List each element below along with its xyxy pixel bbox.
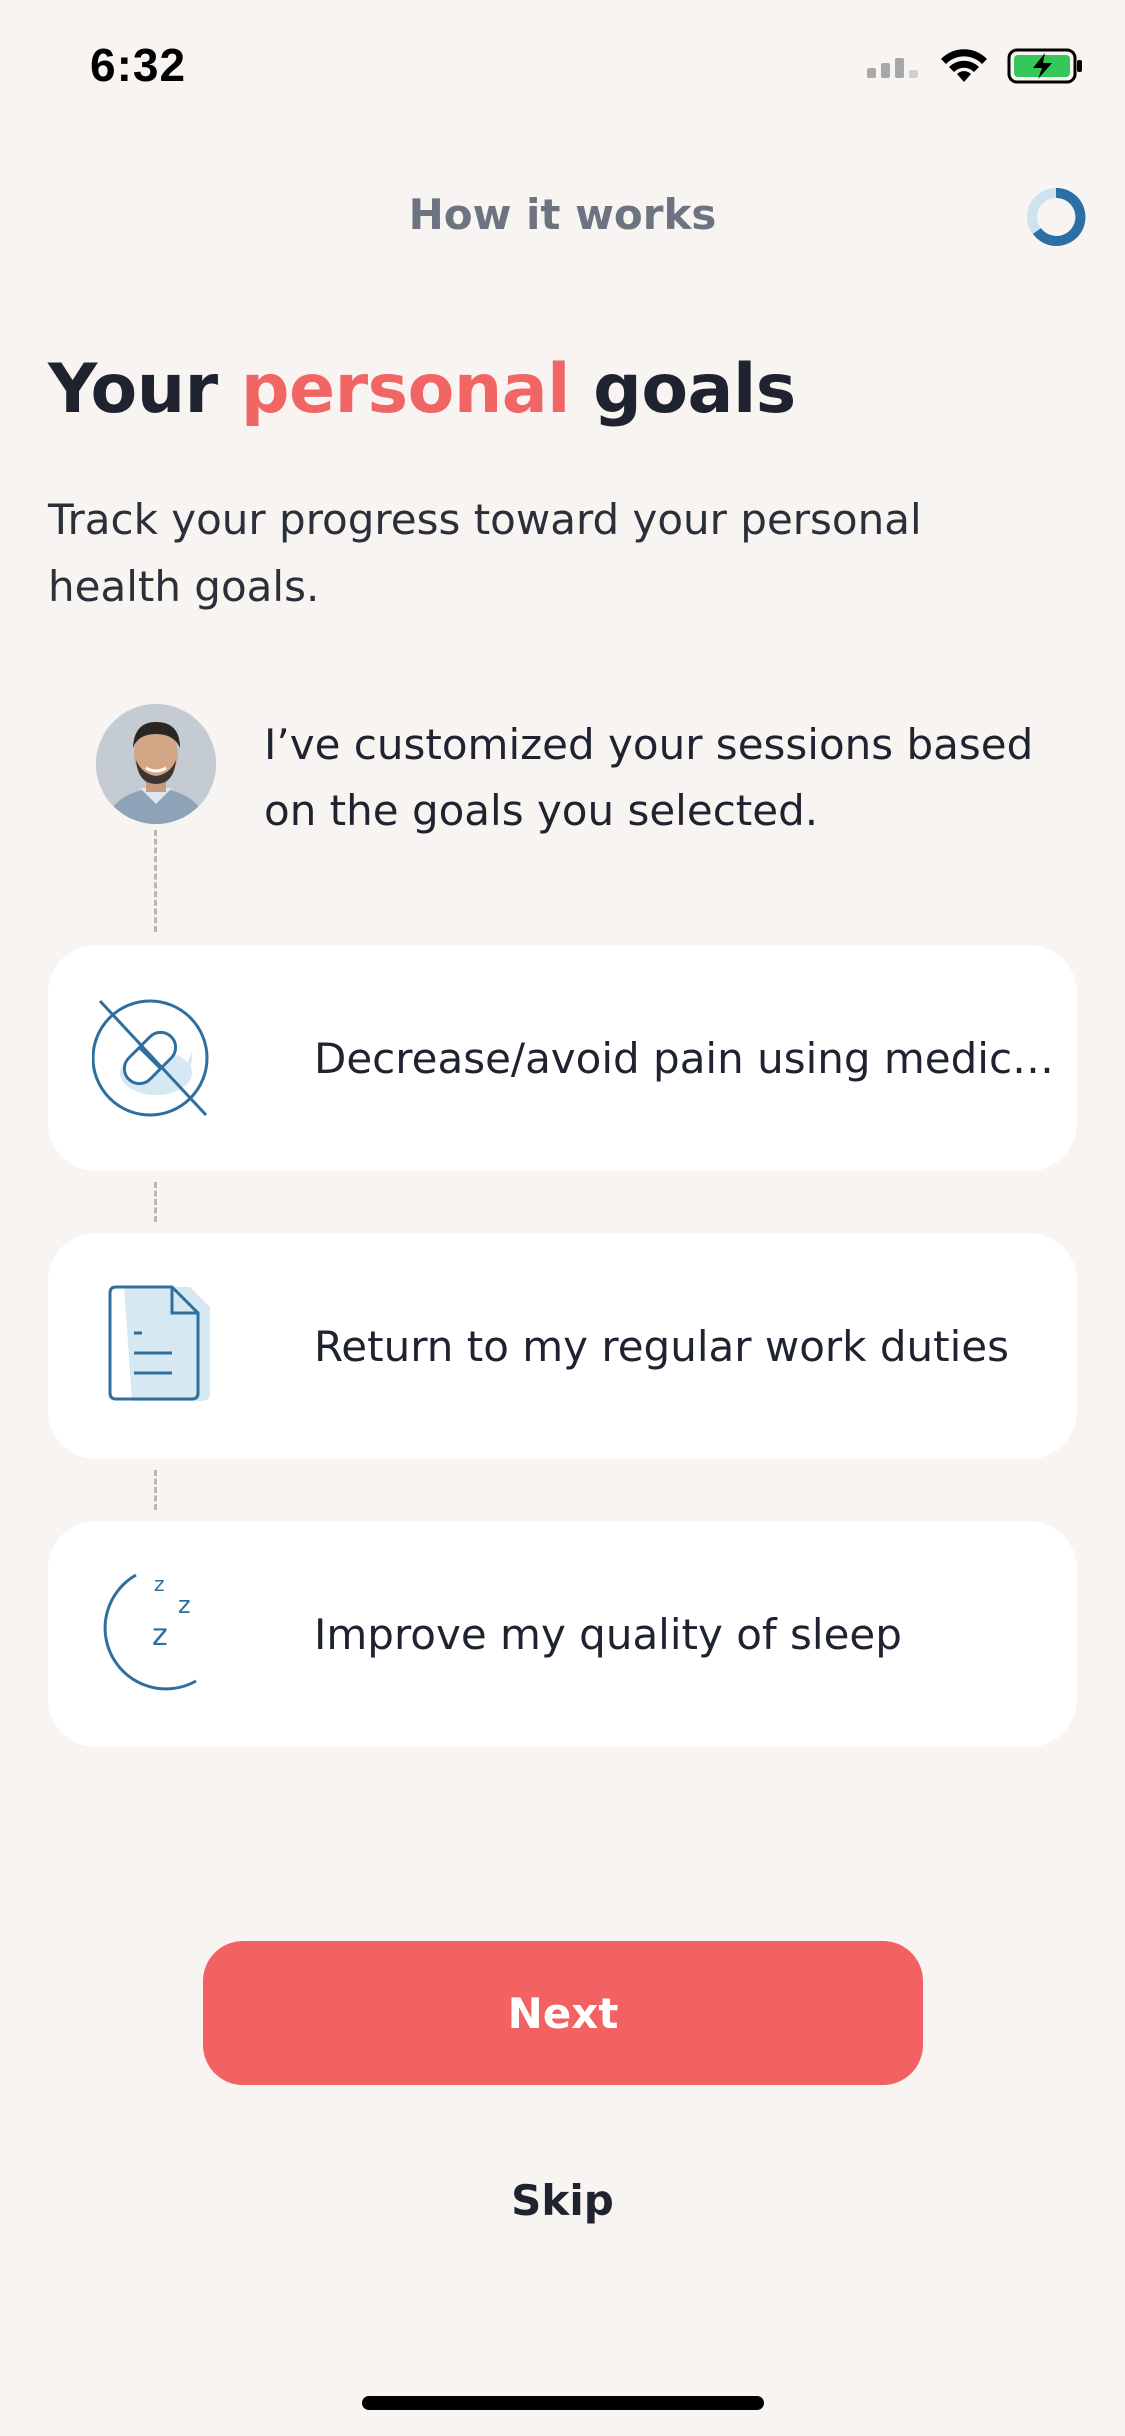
wifi-icon (941, 49, 987, 82)
svg-text:z: z (152, 1618, 168, 1653)
title-accent: personal (240, 350, 571, 429)
status-icons (867, 48, 1083, 84)
next-button[interactable]: Next (203, 1941, 923, 2085)
svg-text:z: z (154, 1572, 165, 1596)
home-indicator[interactable] (362, 2396, 764, 2410)
page-title: Your personal goals (48, 350, 796, 429)
moon-sleep-icon: z z z (103, 1572, 198, 1691)
signal-icon (867, 58, 918, 78)
goal-label: Improve my quality of sleep (314, 1609, 902, 1659)
svg-text:z: z (178, 1591, 191, 1619)
timeline-connector (154, 1182, 157, 1222)
goal-label: Return to my regular work duties (314, 1321, 1009, 1371)
document-icon (108, 1285, 210, 1401)
title-part-1: Your (48, 350, 241, 429)
coach-avatar (96, 704, 216, 824)
goal-card-medication[interactable]: Decrease/avoid pain using medicat… (48, 945, 1077, 1171)
no-pill-icon (92, 999, 209, 1117)
status-time: 6:32 (90, 39, 187, 91)
goal-card-sleep[interactable]: z z z Improve my quality of sleep (48, 1521, 1077, 1747)
timeline-connector (154, 830, 157, 932)
page-subtitle: Track your progress toward your personal… (48, 495, 922, 611)
goal-label: Decrease/avoid pain using medicat… (314, 1033, 1074, 1083)
how-it-works-screen: 6:32 How it works Your personal goals Tr… (0, 0, 1125, 2436)
skip-button[interactable]: Skip (0, 2176, 1125, 2225)
coach-portrait (96, 704, 216, 824)
timeline-connector (154, 1470, 157, 1510)
header-title: How it works (408, 190, 717, 239)
goal-card-work[interactable]: Return to my regular work duties (48, 1233, 1077, 1459)
title-part-2: goals (569, 350, 796, 429)
progress-ring-icon (1027, 187, 1086, 246)
coach-message: I’ve customized your sessions based on t… (264, 720, 1034, 835)
battery-charging-icon (1007, 48, 1082, 84)
